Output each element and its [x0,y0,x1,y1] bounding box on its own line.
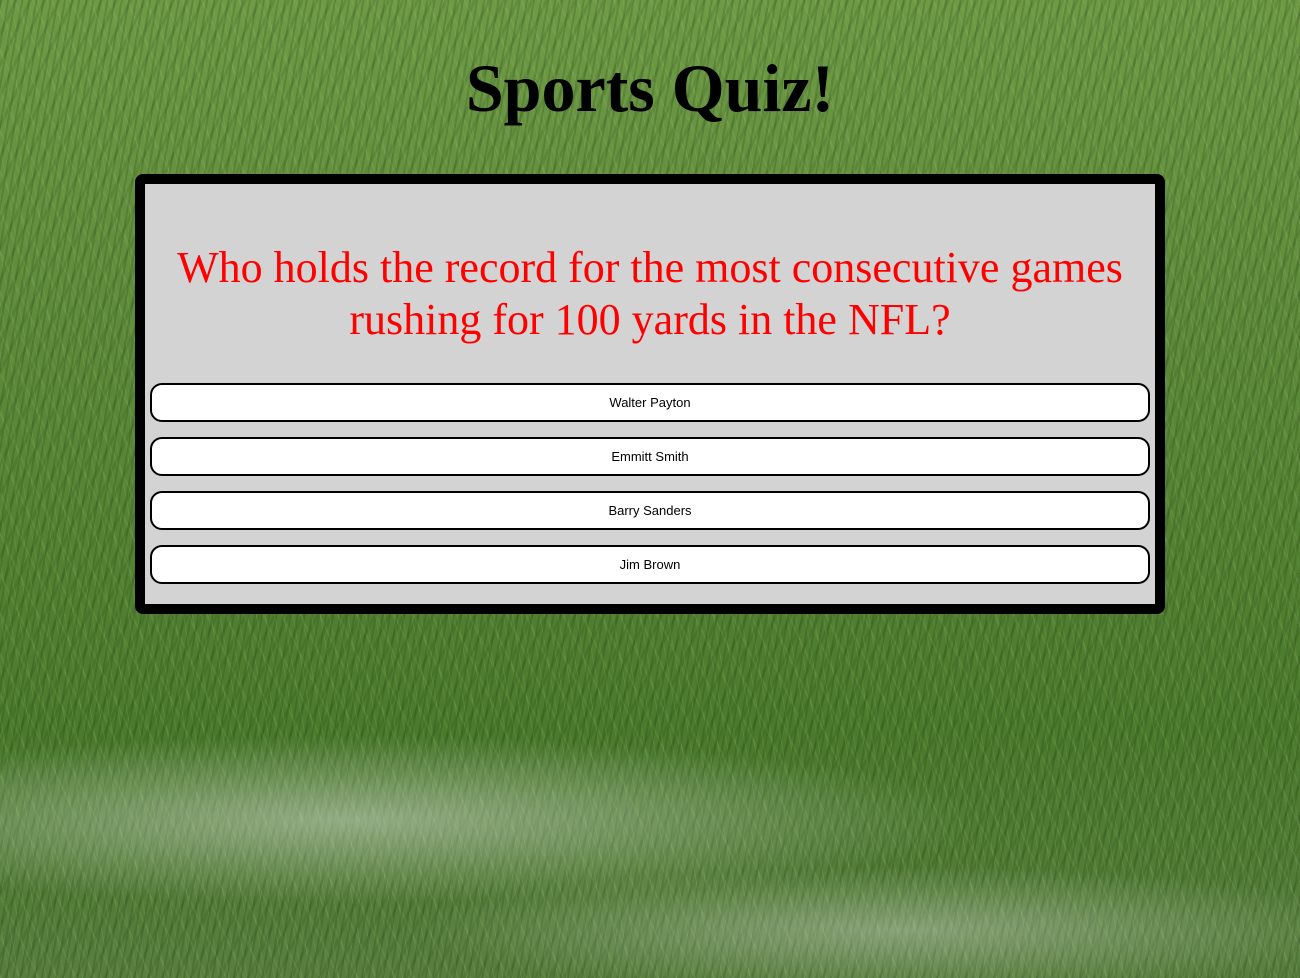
answer-button-emmitt-smith[interactable]: Emmitt Smith [150,437,1150,476]
quiz-card: Who holds the record for the most consec… [135,174,1165,614]
answer-list: Walter Payton Emmitt Smith Barry Sanders… [150,383,1150,599]
answer-button-walter-payton[interactable]: Walter Payton [150,383,1150,422]
answer-button-barry-sanders[interactable]: Barry Sanders [150,491,1150,530]
question-text: Who holds the record for the most consec… [177,243,1123,344]
page-title: Sports Quiz! [465,50,835,126]
answer-button-jim-brown[interactable]: Jim Brown [150,545,1150,584]
